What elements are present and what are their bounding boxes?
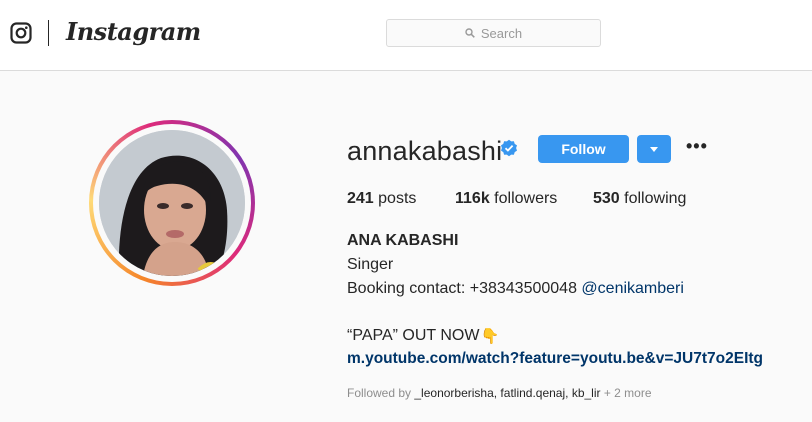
verified-badge-icon bbox=[501, 139, 517, 157]
following-label: following bbox=[624, 190, 687, 207]
following-stat[interactable]: 530 following bbox=[593, 190, 686, 208]
mention-link[interactable]: @cenikamberi bbox=[581, 280, 684, 297]
followers-stat[interactable]: 116k followers bbox=[455, 190, 557, 208]
posts-label: posts bbox=[378, 190, 417, 207]
announcement-text: “PAPA” OUT NOW bbox=[347, 327, 480, 344]
nav-divider bbox=[48, 20, 49, 46]
pointing-down-icon: 👇 bbox=[480, 328, 500, 345]
search-input[interactable]: Search bbox=[386, 19, 601, 47]
chevron-down-icon bbox=[650, 146, 658, 152]
more-icon[interactable]: ••• bbox=[686, 137, 708, 155]
search-placeholder: Search bbox=[480, 25, 523, 41]
instagram-wordmark[interactable]: Instagram bbox=[66, 17, 201, 46]
avatar[interactable] bbox=[99, 130, 245, 276]
booking-contact-text: Booking contact: +38343500048 bbox=[347, 280, 582, 297]
bio-announcement: “PAPA” OUT NOW👇 bbox=[347, 327, 499, 345]
avatar-story-ring[interactable] bbox=[89, 120, 255, 286]
bio-booking-contact: Booking contact: +38343500048 @cenikambe… bbox=[347, 280, 684, 298]
following-count: 530 bbox=[593, 190, 620, 207]
top-navigation: Instagram Search bbox=[0, 0, 812, 71]
suggested-accounts-dropdown-button[interactable] bbox=[637, 135, 671, 163]
posts-stat: 241 posts bbox=[347, 190, 416, 208]
instagram-icon[interactable] bbox=[10, 22, 32, 44]
profile-photo bbox=[99, 130, 245, 276]
followers-label: followers bbox=[494, 190, 558, 207]
posts-count: 241 bbox=[347, 190, 374, 207]
bio-occupation: Singer bbox=[347, 256, 394, 273]
followed-by-summary[interactable]: Followed by _leonorberisha, fatlind.qena… bbox=[347, 386, 652, 400]
followers-count: 116k bbox=[455, 190, 490, 207]
profile-username: annakabashi bbox=[347, 136, 503, 166]
followed-by-more: + 2 more bbox=[600, 386, 652, 400]
followed-by-names: _leonorberisha, fatlind.qenaj, kb_lir bbox=[414, 386, 601, 400]
follow-button[interactable]: Follow bbox=[538, 135, 629, 163]
followed-by-prefix: Followed by bbox=[347, 386, 415, 400]
profile-full-name: ANA KABASHI bbox=[347, 232, 459, 249]
bio-website-link[interactable]: m.youtube.com/watch?feature=youtu.be&v=J… bbox=[347, 350, 763, 368]
search-icon bbox=[465, 28, 475, 38]
